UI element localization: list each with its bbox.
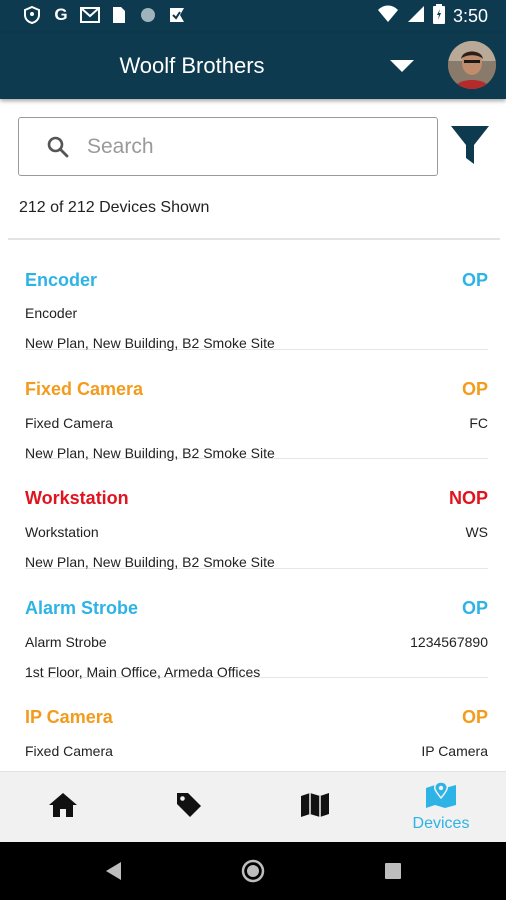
device-name: IP Camera <box>25 707 113 727</box>
device-item[interactable]: Workstation NOP Workstation WS New Plan,… <box>25 459 488 570</box>
device-type: Encoder <box>25 305 78 321</box>
search-input[interactable] <box>87 132 417 162</box>
device-code: IP Camera <box>421 743 488 759</box>
device-type: Fixed Camera <box>25 414 113 431</box>
nav-devices[interactable]: Devices <box>378 772 504 843</box>
device-status: OP <box>461 707 488 727</box>
map-marker-icon <box>425 781 457 813</box>
nav-map[interactable] <box>252 772 378 843</box>
device-item[interactable]: Encoder OP Encoder New Plan, New Buildin… <box>25 240 488 351</box>
device-type: Workstation <box>25 524 99 540</box>
device-code: WS <box>465 524 488 540</box>
nav-tags[interactable] <box>126 772 252 843</box>
status-bar: G 3:50 <box>0 0 506 33</box>
device-name: Alarm Strobe <box>25 597 139 618</box>
device-status: NOP <box>448 488 488 508</box>
avatar[interactable] <box>448 41 496 89</box>
device-item[interactable]: IP Camera OP Fixed Camera IP Camera <box>25 678 488 770</box>
tag-icon <box>175 791 203 824</box>
recents-icon[interactable] <box>385 863 401 884</box>
device-code: 1234567890 <box>410 633 488 650</box>
nav-label-devices: Devices <box>412 815 470 832</box>
device-name: Fixed Camera <box>25 378 144 399</box>
map-icon <box>300 792 330 823</box>
wifi-icon <box>377 5 399 28</box>
gmail-icon <box>80 5 100 25</box>
filter-icon <box>450 126 490 172</box>
clock: 3:50 <box>452 6 488 26</box>
signal-icon <box>407 5 425 28</box>
device-type: Fixed Camera <box>25 743 113 759</box>
system-nav-bar <box>0 842 506 900</box>
notification-icons: G <box>22 5 187 25</box>
device-name: Workstation <box>25 488 129 508</box>
shield-info-icon <box>22 5 42 25</box>
system-status: 3:50 <box>377 4 488 29</box>
check-badge-icon <box>167 5 187 25</box>
device-list[interactable]: Encoder OP Encoder New Plan, New Buildin… <box>0 240 506 770</box>
device-type: Alarm Strobe <box>25 633 107 650</box>
bottom-nav: Devices <box>0 771 506 842</box>
device-status: OP <box>461 270 488 290</box>
app-bar: Woolf Brothers <box>0 33 506 99</box>
filter-button[interactable] <box>450 124 490 168</box>
search-box[interactable] <box>18 117 438 176</box>
back-icon[interactable] <box>105 861 123 886</box>
devices-count: 212 of 212 Devices Shown <box>19 199 210 216</box>
account-title[interactable]: Woolf Brothers <box>0 53 384 79</box>
home-circle-icon[interactable] <box>241 859 265 888</box>
device-item[interactable]: Fixed Camera OP Fixed Camera FC New Plan… <box>25 350 488 461</box>
circle-icon <box>138 5 158 25</box>
nav-home[interactable] <box>0 772 126 843</box>
device-status: OP <box>461 597 488 618</box>
device-name: Encoder <box>25 270 98 290</box>
battery-icon <box>432 4 445 29</box>
account-dropdown-icon[interactable] <box>390 60 414 72</box>
sim-icon <box>109 5 129 25</box>
device-item[interactable]: Alarm Strobe OP Alarm Strobe 1234567890 … <box>25 569 488 680</box>
search-icon <box>46 135 70 164</box>
device-status: OP <box>461 378 488 399</box>
device-code: FC <box>469 414 488 431</box>
home-icon <box>48 792 78 823</box>
google-icon: G <box>54 5 68 24</box>
